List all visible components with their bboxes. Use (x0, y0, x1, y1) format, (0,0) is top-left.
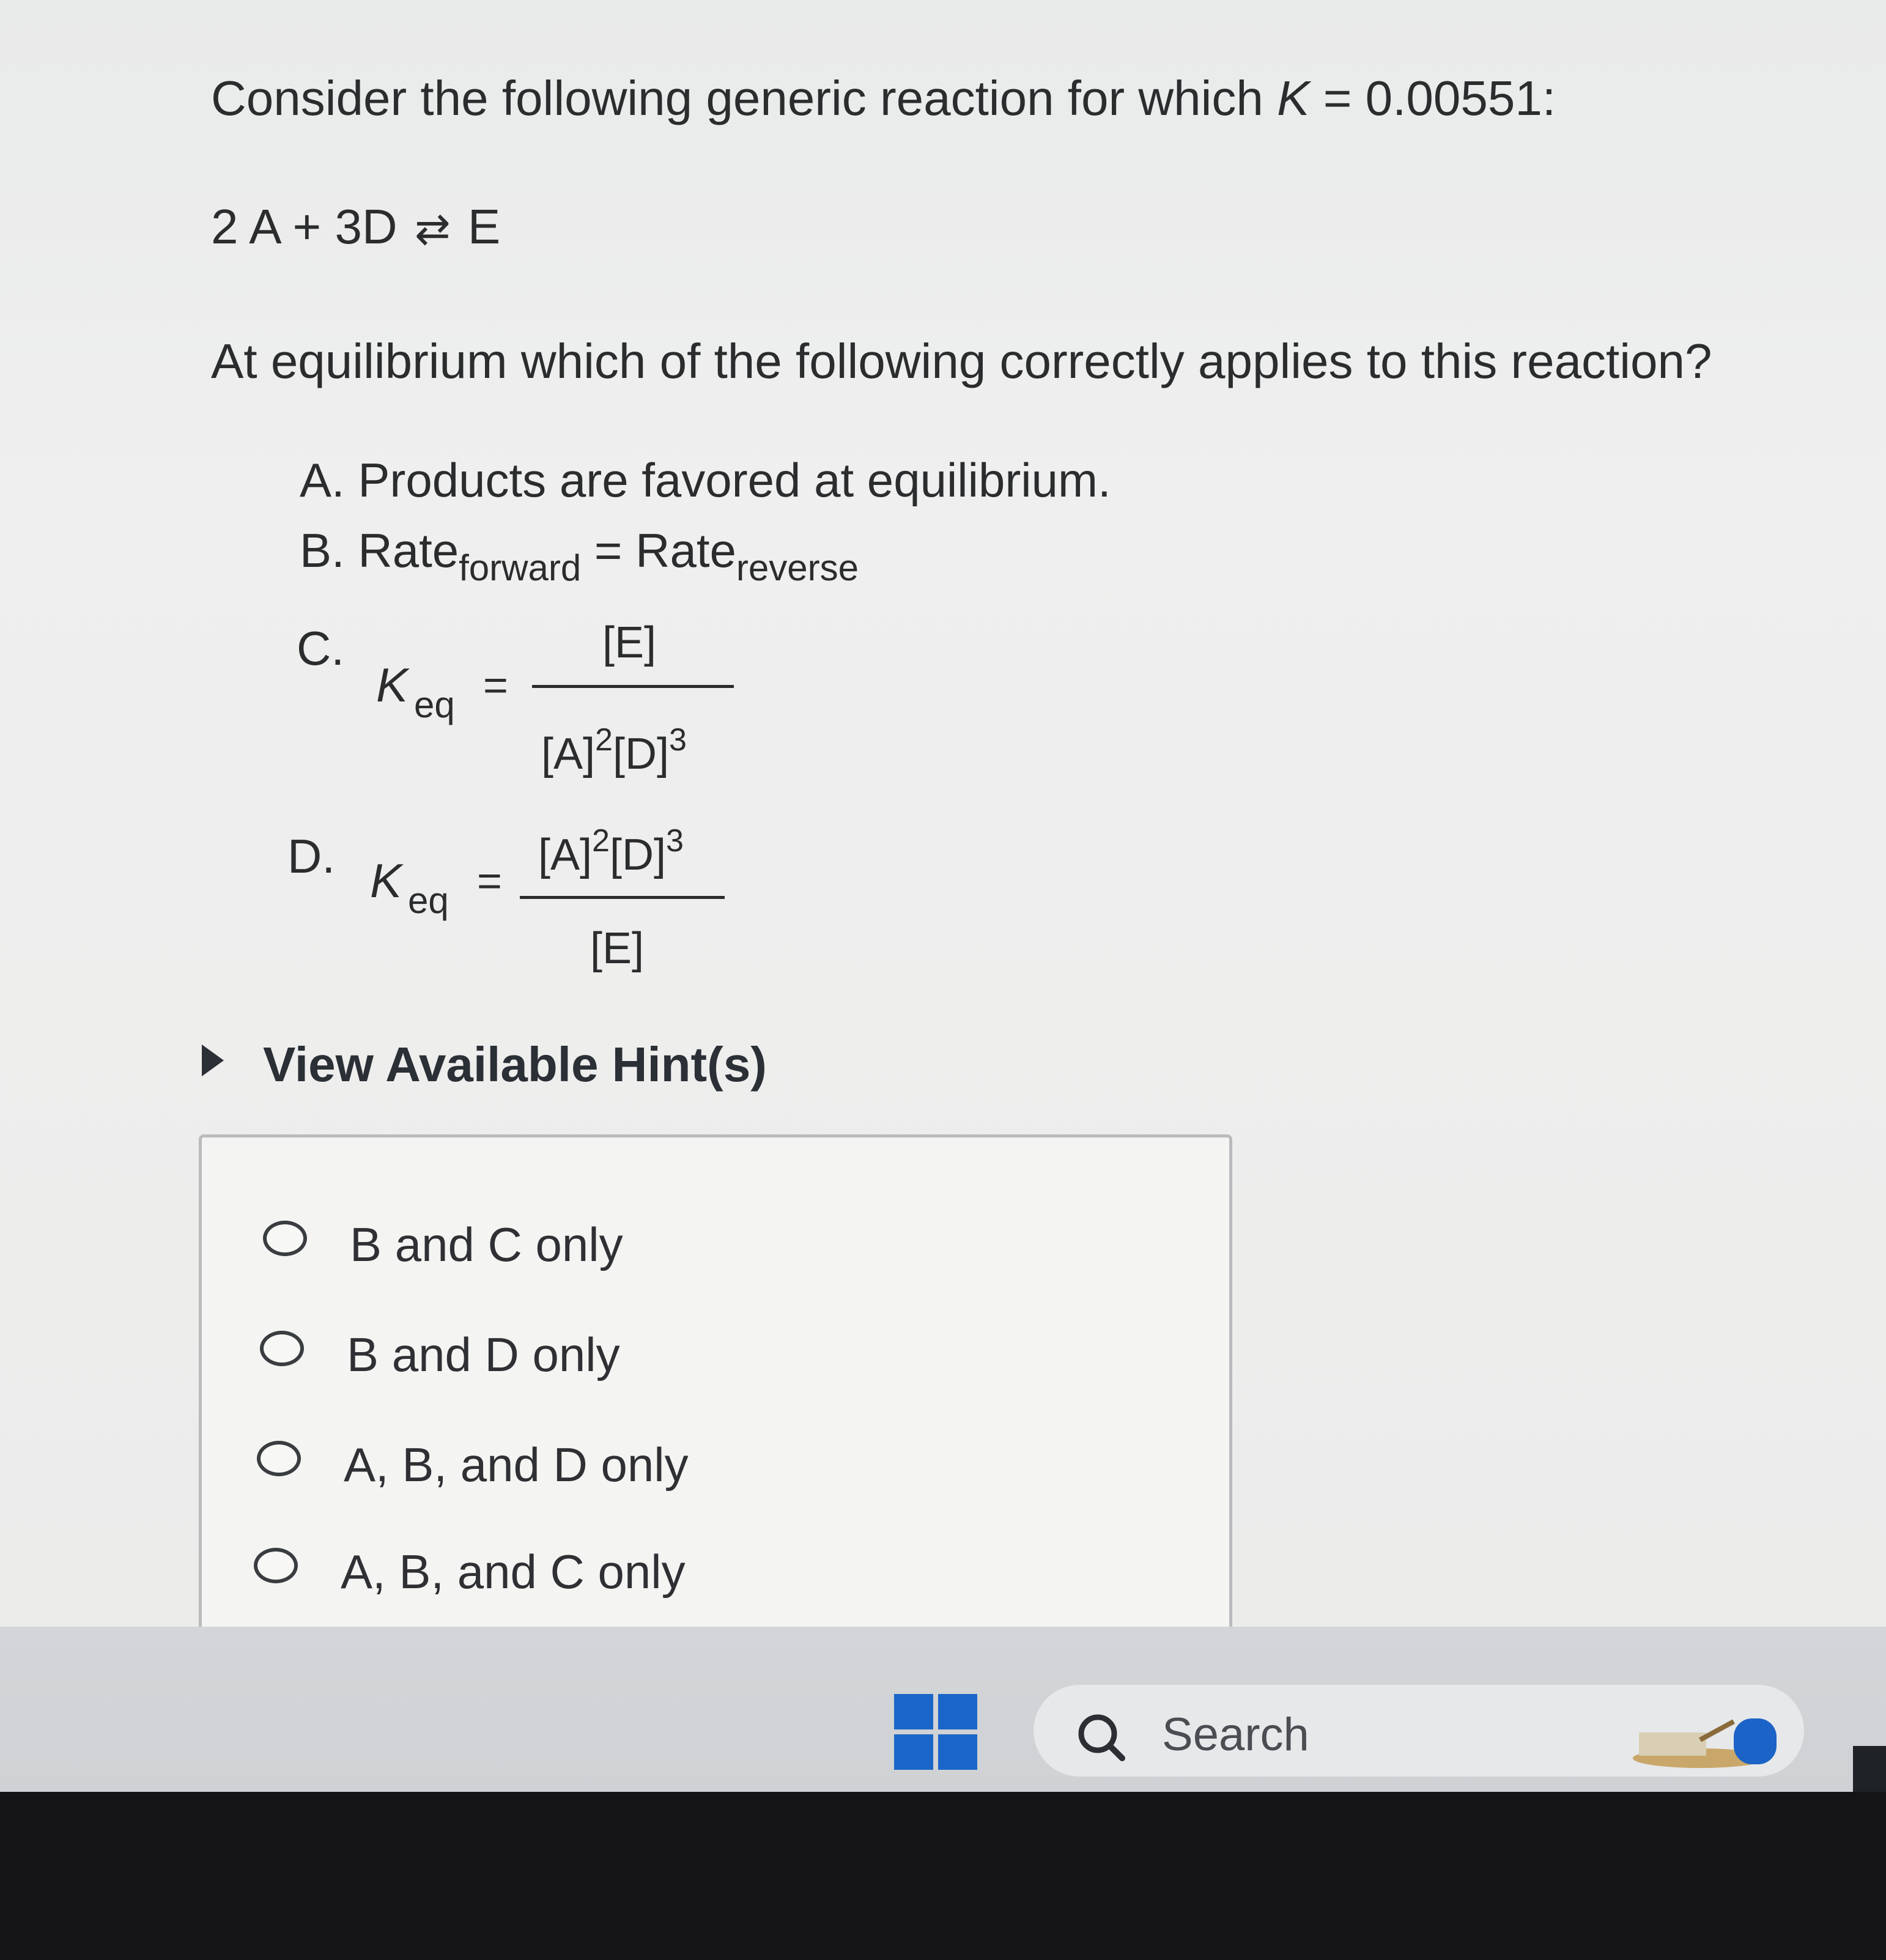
reactant-d: 3D (335, 199, 398, 254)
tray-overflow-icon[interactable] (1853, 1746, 1886, 1792)
statement-c-den-a: [A] (541, 730, 596, 778)
statement-a: A. Products are favored at equilibrium. (300, 453, 1111, 507)
statement-d-num-a-exp: 2 (592, 823, 610, 859)
statement-d-equals: = (477, 857, 502, 904)
statement-d-numerator: [A]2[D]3 (538, 823, 684, 880)
reaction-equation: 2 A + 3D ⇄ E (211, 199, 500, 255)
statement-c-denominator: [A]2[D]3 (541, 722, 687, 779)
statement-d-k-sub: eq (408, 880, 449, 921)
statement-c-fraction-bar (532, 685, 734, 688)
question-intro-text: Consider the following generic reaction … (211, 71, 1278, 125)
statement-c-numerator: [E] (602, 618, 657, 667)
choice-a-b-and-c[interactable]: A, B, and C only (254, 1544, 686, 1600)
view-hints-label: View Available Hint(s) (263, 1037, 767, 1092)
choice-label: B and D only (347, 1328, 620, 1381)
radio-button[interactable] (263, 1221, 307, 1256)
monitor-bezel (0, 1792, 1886, 1960)
radio-button[interactable] (254, 1548, 298, 1583)
statement-c-keq: Keq (376, 657, 455, 726)
k-value: = 0.00551: (1309, 71, 1556, 125)
statement-c-letter: C. (297, 621, 344, 675)
radio-button[interactable] (260, 1331, 304, 1366)
question-prompt: At equilibrium which of the following co… (211, 334, 1712, 388)
statement-c-den-d-exp: 3 (668, 722, 687, 758)
answer-choices-panel: B and C only B and D only A, B, and D on… (199, 1134, 1232, 1688)
statement-d-keq: Keq (370, 853, 449, 922)
statement-d-num-d: [D] (609, 830, 666, 879)
radio-button[interactable] (257, 1441, 301, 1476)
product-e: E (467, 199, 501, 254)
statement-c-den-d: [D] (612, 730, 669, 778)
statement-d-num-a: [A] (538, 830, 593, 879)
reactant-a: 2 A (211, 199, 279, 254)
statement-d-denominator: [E] (590, 924, 645, 973)
statement-c-k-sub: eq (414, 684, 455, 725)
caret-right-icon (202, 1045, 224, 1076)
choice-label: A, B, and C only (341, 1545, 686, 1599)
statement-b-rate: B. Rate (300, 523, 459, 577)
choice-label: A, B, and D only (344, 1438, 689, 1492)
statement-c-den-a-exp: 2 (595, 722, 613, 758)
statement-b-rate-reverse: = Rate (581, 523, 736, 577)
question-intro: Consider the following generic reaction … (211, 70, 1556, 127)
statement-d-num-d-exp: 3 (665, 823, 684, 859)
choice-b-and-d[interactable]: B and D only (260, 1327, 620, 1383)
plus-sign: + (292, 199, 322, 254)
search-icon (1078, 1714, 1125, 1761)
statement-b: B. Rateforward = Ratereverse (300, 523, 859, 589)
statement-d-letter: D. (287, 829, 335, 883)
choice-b-and-c[interactable]: B and C only (263, 1217, 623, 1273)
equilibrium-arrow-icon: ⇄ (414, 205, 451, 253)
statement-d-fraction-bar (520, 896, 725, 899)
choice-label: B and C only (350, 1218, 623, 1271)
statement-d-k: K (370, 854, 402, 908)
statement-c-equals: = (483, 661, 508, 709)
search-label: Search (1162, 1709, 1309, 1761)
widgets-icon[interactable] (1627, 1715, 1786, 1770)
assignment-page: Consider the following generic reaction … (0, 0, 1886, 1688)
view-hints-toggle[interactable]: View Available Hint(s) (202, 1037, 767, 1093)
statement-c-k: K (376, 658, 409, 712)
choice-a-b-and-d[interactable]: A, B, and D only (257, 1437, 689, 1493)
k-symbol: K (1277, 71, 1310, 125)
taskbar: Search (0, 1627, 1886, 1792)
statement-b-forward: forward (459, 547, 582, 588)
windows-logo-icon[interactable] (894, 1694, 980, 1770)
statement-b-reverse: reverse (736, 547, 859, 588)
